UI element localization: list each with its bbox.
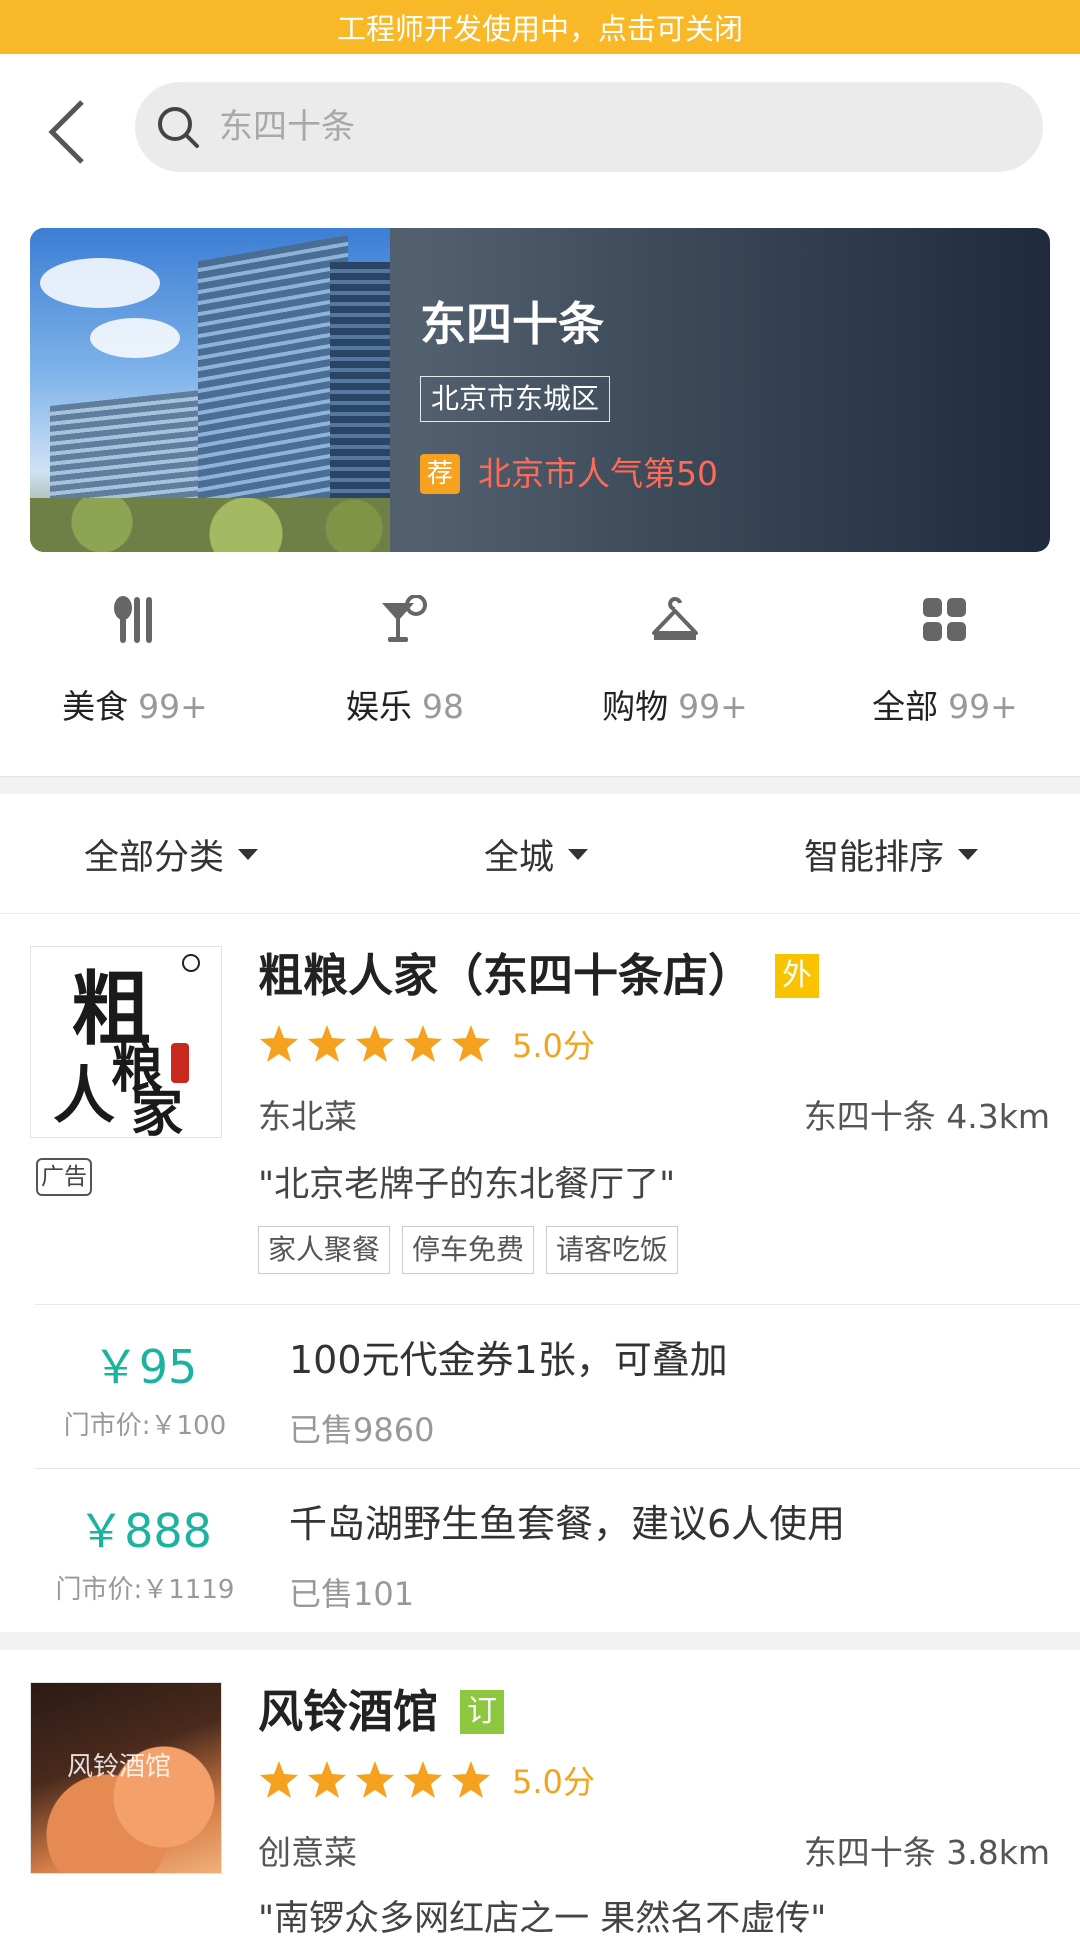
deal-title: 千岛湖野生鱼套餐，建议6人使用 — [289, 1502, 846, 1546]
review-quote: "南锣众多网红店之一 果然名不虚传" — [258, 1899, 827, 1939]
category-count: 99+ — [678, 687, 748, 726]
category-count: 99+ — [948, 687, 1018, 726]
rating-stars: 5.0分 — [258, 1022, 595, 1066]
filter-label: 全部分类 — [84, 837, 225, 878]
search-placeholder: 东四十条 — [219, 107, 355, 147]
takeout-badge: 外 — [775, 954, 820, 998]
deal-original-price: 门市价:￥1119 — [55, 1575, 235, 1605]
star-icon — [308, 1025, 346, 1062]
star-icon — [356, 1761, 394, 1798]
star-icon — [356, 1025, 394, 1062]
search-input[interactable]: 东四十条 — [135, 82, 1043, 172]
cuisine-type: 东北菜 — [258, 1097, 357, 1136]
star-icon — [404, 1761, 442, 1798]
deal-price: ￥888 — [78, 1504, 212, 1558]
food-icon — [114, 596, 152, 643]
svg-text:风铃酒馆: 风铃酒馆 — [67, 1752, 171, 1782]
star-icon — [452, 1025, 490, 1062]
shop-name: 风铃酒馆 — [258, 1685, 439, 1738]
tag-chip: 请客吃饭 — [546, 1226, 679, 1274]
category-name: 娱乐 — [346, 687, 412, 726]
recommend-badge: 荐 — [420, 454, 460, 494]
area-photo — [30, 228, 390, 552]
category-shopping[interactable]: 购物 99+ — [540, 575, 810, 765]
popularity-rank: 北京市人气第50 — [478, 454, 718, 493]
shop-location: 东四十条 3.8km — [803, 1833, 1050, 1872]
filter-category-dropdown[interactable]: 全部分类 — [84, 794, 259, 914]
shop-card[interactable]: 粗 人 粮 家 粗粮人家（东四十条店） 外 5.0分 东北菜 东四十条 4.3km… — [0, 946, 1080, 1632]
star-icon — [452, 1761, 490, 1798]
reservation-badge: 订 — [460, 1690, 505, 1734]
section-divider — [0, 1632, 1080, 1650]
review-quote: "北京老牌子的东北餐厅了" — [258, 1165, 676, 1205]
star-icon — [260, 1025, 298, 1062]
star-icon — [260, 1761, 298, 1798]
star-icon — [404, 1025, 442, 1062]
filter-label: 全城 — [484, 837, 555, 878]
district-label: 北京市东城区 — [420, 376, 611, 422]
dropdown-arrow-icon — [568, 848, 589, 860]
category-all[interactable]: 全部 99+ — [810, 575, 1080, 765]
hanger-icon — [652, 597, 698, 640]
deal-title: 100元代金券1张，可叠加 — [289, 1338, 728, 1382]
cocktail-icon — [382, 595, 427, 642]
area-hero-card[interactable]: 东四十条 北京市东城区 荐 北京市人气第50 — [30, 228, 1050, 552]
cuisine-type: 创意菜 — [258, 1833, 357, 1872]
tag-chip: 家人聚餐 — [258, 1226, 391, 1274]
category-count: 98 — [422, 687, 464, 726]
star-icon — [308, 1761, 346, 1798]
category-entertainment[interactable]: 娱乐 98 — [270, 575, 540, 765]
back-arrow-icon — [48, 100, 84, 164]
dropdown-arrow-icon — [958, 848, 979, 860]
ad-badge: 广告 — [36, 1158, 92, 1196]
grid-icon — [923, 598, 966, 641]
filter-bar: 全部分类 全城 智能排序 — [0, 794, 1080, 914]
shop-photo: 风铃酒馆 — [30, 1682, 222, 1874]
deal-sold-count: 已售101 — [289, 1575, 415, 1613]
back-button[interactable] — [38, 92, 98, 172]
svg-text:人: 人 — [53, 1059, 115, 1132]
shop-location: 东四十条 4.3km — [803, 1097, 1050, 1136]
search-icon — [158, 107, 199, 148]
deal-price: ￥95 — [92, 1340, 198, 1394]
tag-chip: 停车免费 — [402, 1226, 535, 1274]
rating-score: 5.0分 — [512, 1027, 595, 1065]
shop-name: 粗粮人家（东四十条店） — [258, 949, 754, 1002]
category-name: 美食 — [62, 687, 129, 726]
deal-sold-count: 已售9860 — [289, 1411, 435, 1449]
deal-item[interactable]: ￥95 门市价:￥100 100元代金券1张，可叠加 已售9860 — [35, 1304, 1080, 1468]
dev-mode-banner[interactable]: 工程师开发使用中，点击可关闭 — [0, 0, 1080, 54]
filter-sort-dropdown[interactable]: 智能排序 — [804, 794, 979, 914]
area-title: 东四十条 — [420, 297, 604, 351]
svg-text:家: 家 — [131, 1083, 183, 1138]
shop-card[interactable]: 风铃酒馆 风铃酒馆订 5.0分 创意菜 东四十条 3.8km "南锣众多网红店之… — [0, 1682, 1080, 1939]
category-name: 购物 — [602, 687, 669, 726]
section-divider — [0, 776, 1080, 794]
filter-label: 智能排序 — [804, 837, 945, 878]
deal-item[interactable]: ￥888 门市价:￥1119 千岛湖野生鱼套餐，建议6人使用 已售101 — [35, 1468, 1080, 1632]
category-food[interactable]: 美食 99+ — [0, 575, 270, 765]
category-count: 99+ — [138, 687, 208, 726]
rating-score: 5.0分 — [512, 1763, 595, 1801]
rating-stars: 5.0分 — [258, 1758, 595, 1802]
search-bar-row: 东四十条 — [0, 54, 1080, 198]
tag-list: 家人聚餐 停车免费 请客吃饭 — [258, 1226, 690, 1274]
shop-logo: 粗 人 粮 家 — [30, 946, 222, 1138]
deal-original-price: 门市价:￥100 — [63, 1411, 227, 1441]
category-nav: 美食 99+ 娱乐 98 购物 99+ 全部 99+ — [0, 575, 1080, 765]
category-name: 全部 — [872, 687, 939, 726]
dropdown-arrow-icon — [238, 848, 259, 860]
filter-area-dropdown[interactable]: 全城 — [484, 794, 589, 914]
